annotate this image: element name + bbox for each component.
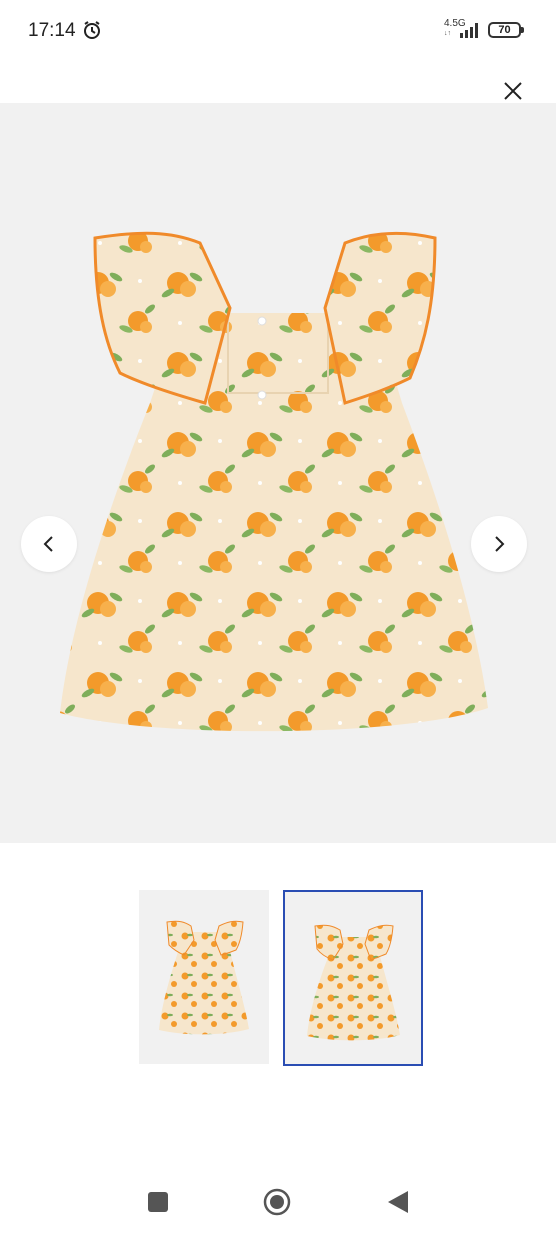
circle-icon[interactable] bbox=[263, 1188, 291, 1216]
close-icon[interactable] bbox=[500, 78, 526, 104]
thumbnail-1[interactable] bbox=[139, 890, 269, 1064]
thumbnail-2[interactable] bbox=[283, 890, 423, 1066]
status-time: 17:14 bbox=[28, 20, 76, 41]
signal-icon bbox=[460, 23, 478, 38]
battery-indicator: 70 bbox=[488, 22, 524, 38]
thumbnail-dress-1 bbox=[159, 920, 249, 1035]
next-image-button[interactable] bbox=[471, 516, 527, 572]
status-bar: 17:14 4.5G ↓↑ 70 bbox=[0, 0, 556, 62]
previous-image-button[interactable] bbox=[21, 516, 77, 572]
chevron-right-icon bbox=[495, 536, 505, 552]
main-product-image[interactable] bbox=[0, 103, 556, 843]
square-icon[interactable] bbox=[148, 1192, 168, 1212]
dress-illustration bbox=[60, 231, 488, 732]
chevron-left-icon bbox=[43, 536, 53, 552]
alarm-icon bbox=[84, 21, 100, 39]
thumbnail-dress-2 bbox=[307, 924, 400, 1041]
back-triangle-icon[interactable] bbox=[386, 1189, 410, 1215]
system-navigation-bar bbox=[0, 1160, 556, 1235]
